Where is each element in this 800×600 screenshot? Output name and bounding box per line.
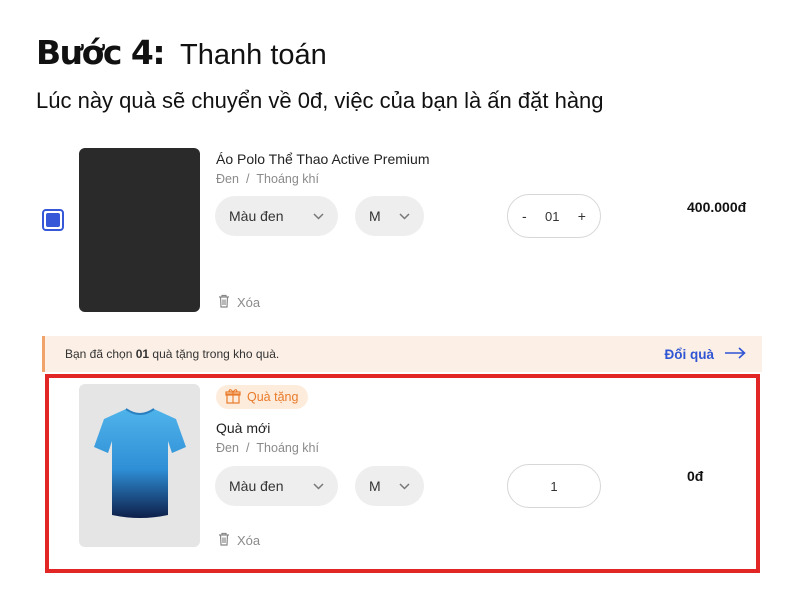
gift-variant: Đen / Thoáng khí: [216, 441, 319, 455]
variant-color: Đen: [216, 172, 239, 186]
color-select[interactable]: Màu đen: [215, 196, 338, 236]
trash-icon: [218, 294, 230, 311]
chevron-down-icon: [398, 210, 410, 222]
step-title: Thanh toán: [180, 39, 327, 71]
product-image[interactable]: [79, 148, 200, 312]
gift-product-image[interactable]: [79, 384, 200, 547]
step-subtitle: Lúc này quà sẽ chuyển về 0đ, việc của bạ…: [36, 88, 604, 113]
tshirt-image: [92, 403, 188, 528]
gift-notice-count: 01: [135, 347, 150, 361]
gift-icon: [224, 388, 242, 407]
change-gift-label: Đổi quà: [664, 346, 715, 362]
variant-feature: Thoáng khí: [256, 441, 319, 455]
item-price: 400.000đ: [687, 199, 747, 215]
checkbox-checked-mark: [46, 213, 60, 227]
gift-badge: Quà tặng: [216, 385, 309, 409]
chevron-down-icon: [312, 210, 324, 222]
size-select-value: M: [369, 208, 381, 224]
gift-color-select-value: Màu đen: [229, 478, 284, 494]
quantity-decrease-button[interactable]: -: [522, 208, 527, 224]
quantity-increase-button[interactable]: +: [578, 208, 586, 224]
page: Bước 4: Thanh toán Lúc này quà sẽ chuyển…: [0, 0, 800, 600]
variant-separator: /: [245, 172, 250, 186]
delete-gift-button[interactable]: Xóa: [218, 532, 260, 549]
gift-notice-bar: Bạn đã chọn 01 quà tặng trong kho quà. Đ…: [42, 336, 762, 372]
color-select-value: Màu đen: [229, 208, 284, 224]
variant-color: Đen: [216, 441, 239, 455]
step-heading: Bước 4: Thanh toán: [36, 33, 327, 72]
gift-badge-label: Quà tặng: [247, 390, 299, 404]
gift-size-select-value: M: [369, 478, 381, 494]
quantity-stepper[interactable]: - 01 +: [507, 194, 601, 238]
quantity-value[interactable]: 01: [545, 209, 559, 224]
variant-feature: Thoáng khí: [256, 172, 319, 186]
trash-icon: [218, 532, 230, 549]
product-name[interactable]: Áo Polo Thể Thao Active Premium: [216, 151, 429, 167]
item-select-checkbox[interactable]: [42, 209, 64, 231]
gift-quantity-value: 1: [550, 478, 558, 494]
gift-notice-text: Bạn đã chọn 01 quà tặng trong kho quà.: [65, 347, 279, 361]
chevron-down-icon: [312, 480, 324, 492]
gift-color-select[interactable]: Màu đen: [215, 466, 338, 506]
gift-notice-prefix: Bạn đã chọn: [65, 347, 136, 361]
variant-separator: /: [245, 441, 250, 455]
change-gift-link[interactable]: Đổi quà: [665, 347, 747, 362]
gift-price: 0đ: [687, 468, 704, 484]
delete-label: Xóa: [237, 295, 261, 310]
chevron-down-icon: [398, 480, 410, 492]
delete-item-button[interactable]: Xóa: [218, 294, 260, 311]
arrow-right-icon: [724, 346, 746, 362]
product-variant: Đen / Thoáng khí: [216, 172, 319, 186]
delete-label: Xóa: [237, 533, 261, 548]
gift-size-select[interactable]: M: [355, 466, 424, 506]
size-select[interactable]: M: [355, 196, 424, 236]
gift-quantity-field: 1: [507, 464, 601, 508]
gift-notice-suffix: quà tặng trong kho quà.: [149, 347, 280, 361]
step-label: Bước 4:: [36, 33, 166, 72]
gift-name[interactable]: Quà mới: [216, 420, 270, 436]
